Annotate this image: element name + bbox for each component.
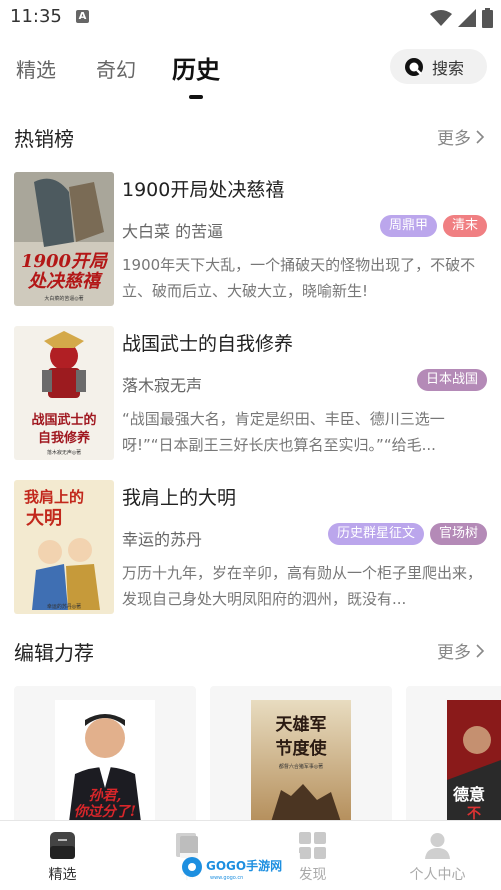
- cover-title-line2: 不: [467, 806, 481, 820]
- chevron-right-icon: [476, 129, 485, 144]
- system-icons: [430, 8, 493, 28]
- book-description: 万历十九年，岁在辛卯，高有勋从一个柜子里爬出来，发现自己身处大明凤阳府的泗州，既…: [122, 564, 483, 608]
- wifi-icon: [430, 10, 452, 26]
- book-item[interactable]: 战国武士的 自我修养 落木寂无声◎著 战国武士的自我修养 落木寂无声 日本战国 …: [14, 326, 487, 460]
- tab-history[interactable]: 历史: [172, 50, 220, 85]
- status-time: 11:35: [10, 6, 62, 27]
- book-tag[interactable]: 清末: [442, 215, 487, 237]
- book-cover: 1900开局 处决慈禧 大白菜的苦逼◎著: [14, 172, 114, 306]
- active-tab-indicator: [189, 95, 203, 99]
- book-title: 战国武士的自我修养: [122, 333, 294, 355]
- book-author: 大白菜 的苦逼: [122, 222, 224, 241]
- search-label: 搜索: [432, 58, 465, 78]
- watermark-site: www.gogo.cn: [210, 875, 243, 881]
- book-cover: 德意 不: [447, 700, 501, 820]
- cover-title-line1: 1900开局: [21, 251, 109, 272]
- nav-item-profile[interactable]: 个人中心: [375, 821, 500, 890]
- top-tab-bar: 精选 奇幻 历史 搜索: [0, 46, 501, 106]
- tab-featured[interactable]: 精选: [16, 54, 56, 83]
- book-tags: 历史群星征文 官场树: [327, 523, 487, 545]
- cover-author: 大白菜的苦逼◎著: [44, 295, 83, 302]
- book-description: 1900年天下大乱，一个捅破天的怪物出现了，不破不立、破而后立、大破大立，晓喻新…: [122, 256, 476, 300]
- book-author: 落木寂无声: [122, 376, 203, 395]
- cover-title-line1: 天雄军: [276, 714, 327, 735]
- book-cover: 战国武士的 自我修养 落木寂无声◎著: [14, 326, 114, 460]
- cover-author: 都督六合猪军事◎著: [279, 763, 323, 770]
- cover-title-line2: 节度使: [276, 738, 328, 759]
- signal-icon: [458, 9, 476, 27]
- more-link[interactable]: 更多: [437, 124, 485, 149]
- nav-item-featured[interactable]: 精选: [0, 821, 125, 890]
- book-tags: 周鼎甲 清末: [379, 215, 487, 237]
- editor-section-header: 编辑力荐 更多: [14, 637, 487, 667]
- book-tag[interactable]: 周鼎甲: [379, 215, 437, 237]
- book-description: “战国最强大名，肯定是织田、丰臣、德川三选一呀!”“日本副王三好长庆也算名至实归…: [122, 410, 445, 454]
- nav-label: 个人中心: [409, 867, 466, 883]
- book-cover: 我肩上的 大明 幸运的苏丹◎著: [14, 480, 114, 614]
- recommendation-card[interactable]: 天雄军 节度使 都督六合猪军事◎著: [210, 686, 392, 820]
- more-label: 更多: [437, 643, 471, 663]
- cover-title-line1: 我肩上的: [24, 488, 84, 506]
- search-button[interactable]: 搜索: [390, 49, 487, 84]
- section-title: 编辑力荐: [14, 641, 94, 665]
- book-item[interactable]: 1900开局 处决慈禧 大白菜的苦逼◎著 1900开局处决慈禧 大白菜 的苦逼 …: [14, 172, 487, 306]
- cover-title-line1: 战国武士的: [31, 412, 96, 428]
- nav-label: 精选: [48, 867, 77, 883]
- watermark-logo: GOGO手游网 www.gogo.cn: [180, 853, 300, 881]
- cover-title-line2: 处决慈禧: [27, 271, 103, 292]
- book-cover: 天雄军 节度使 都督六合猪军事◎著: [251, 700, 351, 820]
- featured-book-icon: [50, 832, 75, 859]
- book-tag[interactable]: 日本战国: [416, 369, 487, 391]
- book-item[interactable]: 我肩上的 大明 幸运的苏丹◎著 我肩上的大明 幸运的苏丹 历史群星征文 官场树 …: [14, 480, 487, 614]
- cover-title-line1: 德意: [453, 785, 485, 804]
- watermark-brand: GOGO手游网: [206, 858, 282, 873]
- cover-title-line2: 自我修养: [38, 430, 91, 446]
- recommendation-card[interactable]: 孙君, 你过分了!: [14, 686, 196, 820]
- more-label: 更多: [437, 129, 471, 149]
- book-tag[interactable]: 历史群星征文: [327, 523, 424, 545]
- book-title: 我肩上的大明: [122, 487, 237, 509]
- book-cover: 孙君, 你过分了!: [55, 700, 155, 820]
- user-icon: [425, 833, 450, 859]
- book-tags: 日本战国: [416, 369, 487, 391]
- notification-icon: A: [76, 10, 89, 23]
- cover-author: 幸运的苏丹◎著: [47, 603, 81, 610]
- hot-section-header: 热销榜 更多: [14, 123, 487, 153]
- recommendation-row: 孙君, 你过分了! 天雄军 节度使 都督六合猪军事◎著 德意 不: [14, 686, 501, 820]
- cover-author: 落木寂无声◎著: [47, 449, 81, 456]
- status-bar: 11:35 A: [0, 0, 501, 34]
- search-icon: [405, 57, 423, 76]
- more-link[interactable]: 更多: [437, 638, 485, 663]
- discover-grid-icon: [299, 832, 326, 859]
- battery-icon: [482, 8, 493, 28]
- recommendation-card[interactable]: 德意 不: [406, 686, 501, 820]
- cover-title-line2: 你过分了!: [74, 803, 136, 820]
- chevron-right-icon: [476, 643, 485, 658]
- cover-title-line1: 孙君,: [89, 788, 122, 804]
- book-author: 幸运的苏丹: [122, 530, 203, 549]
- tab-fantasy[interactable]: 奇幻: [96, 54, 136, 83]
- section-title: 热销榜: [14, 127, 74, 151]
- book-title: 1900开局处决慈禧: [122, 179, 285, 201]
- book-tag[interactable]: 官场树: [429, 523, 487, 545]
- cover-title-line2: 大明: [26, 507, 62, 529]
